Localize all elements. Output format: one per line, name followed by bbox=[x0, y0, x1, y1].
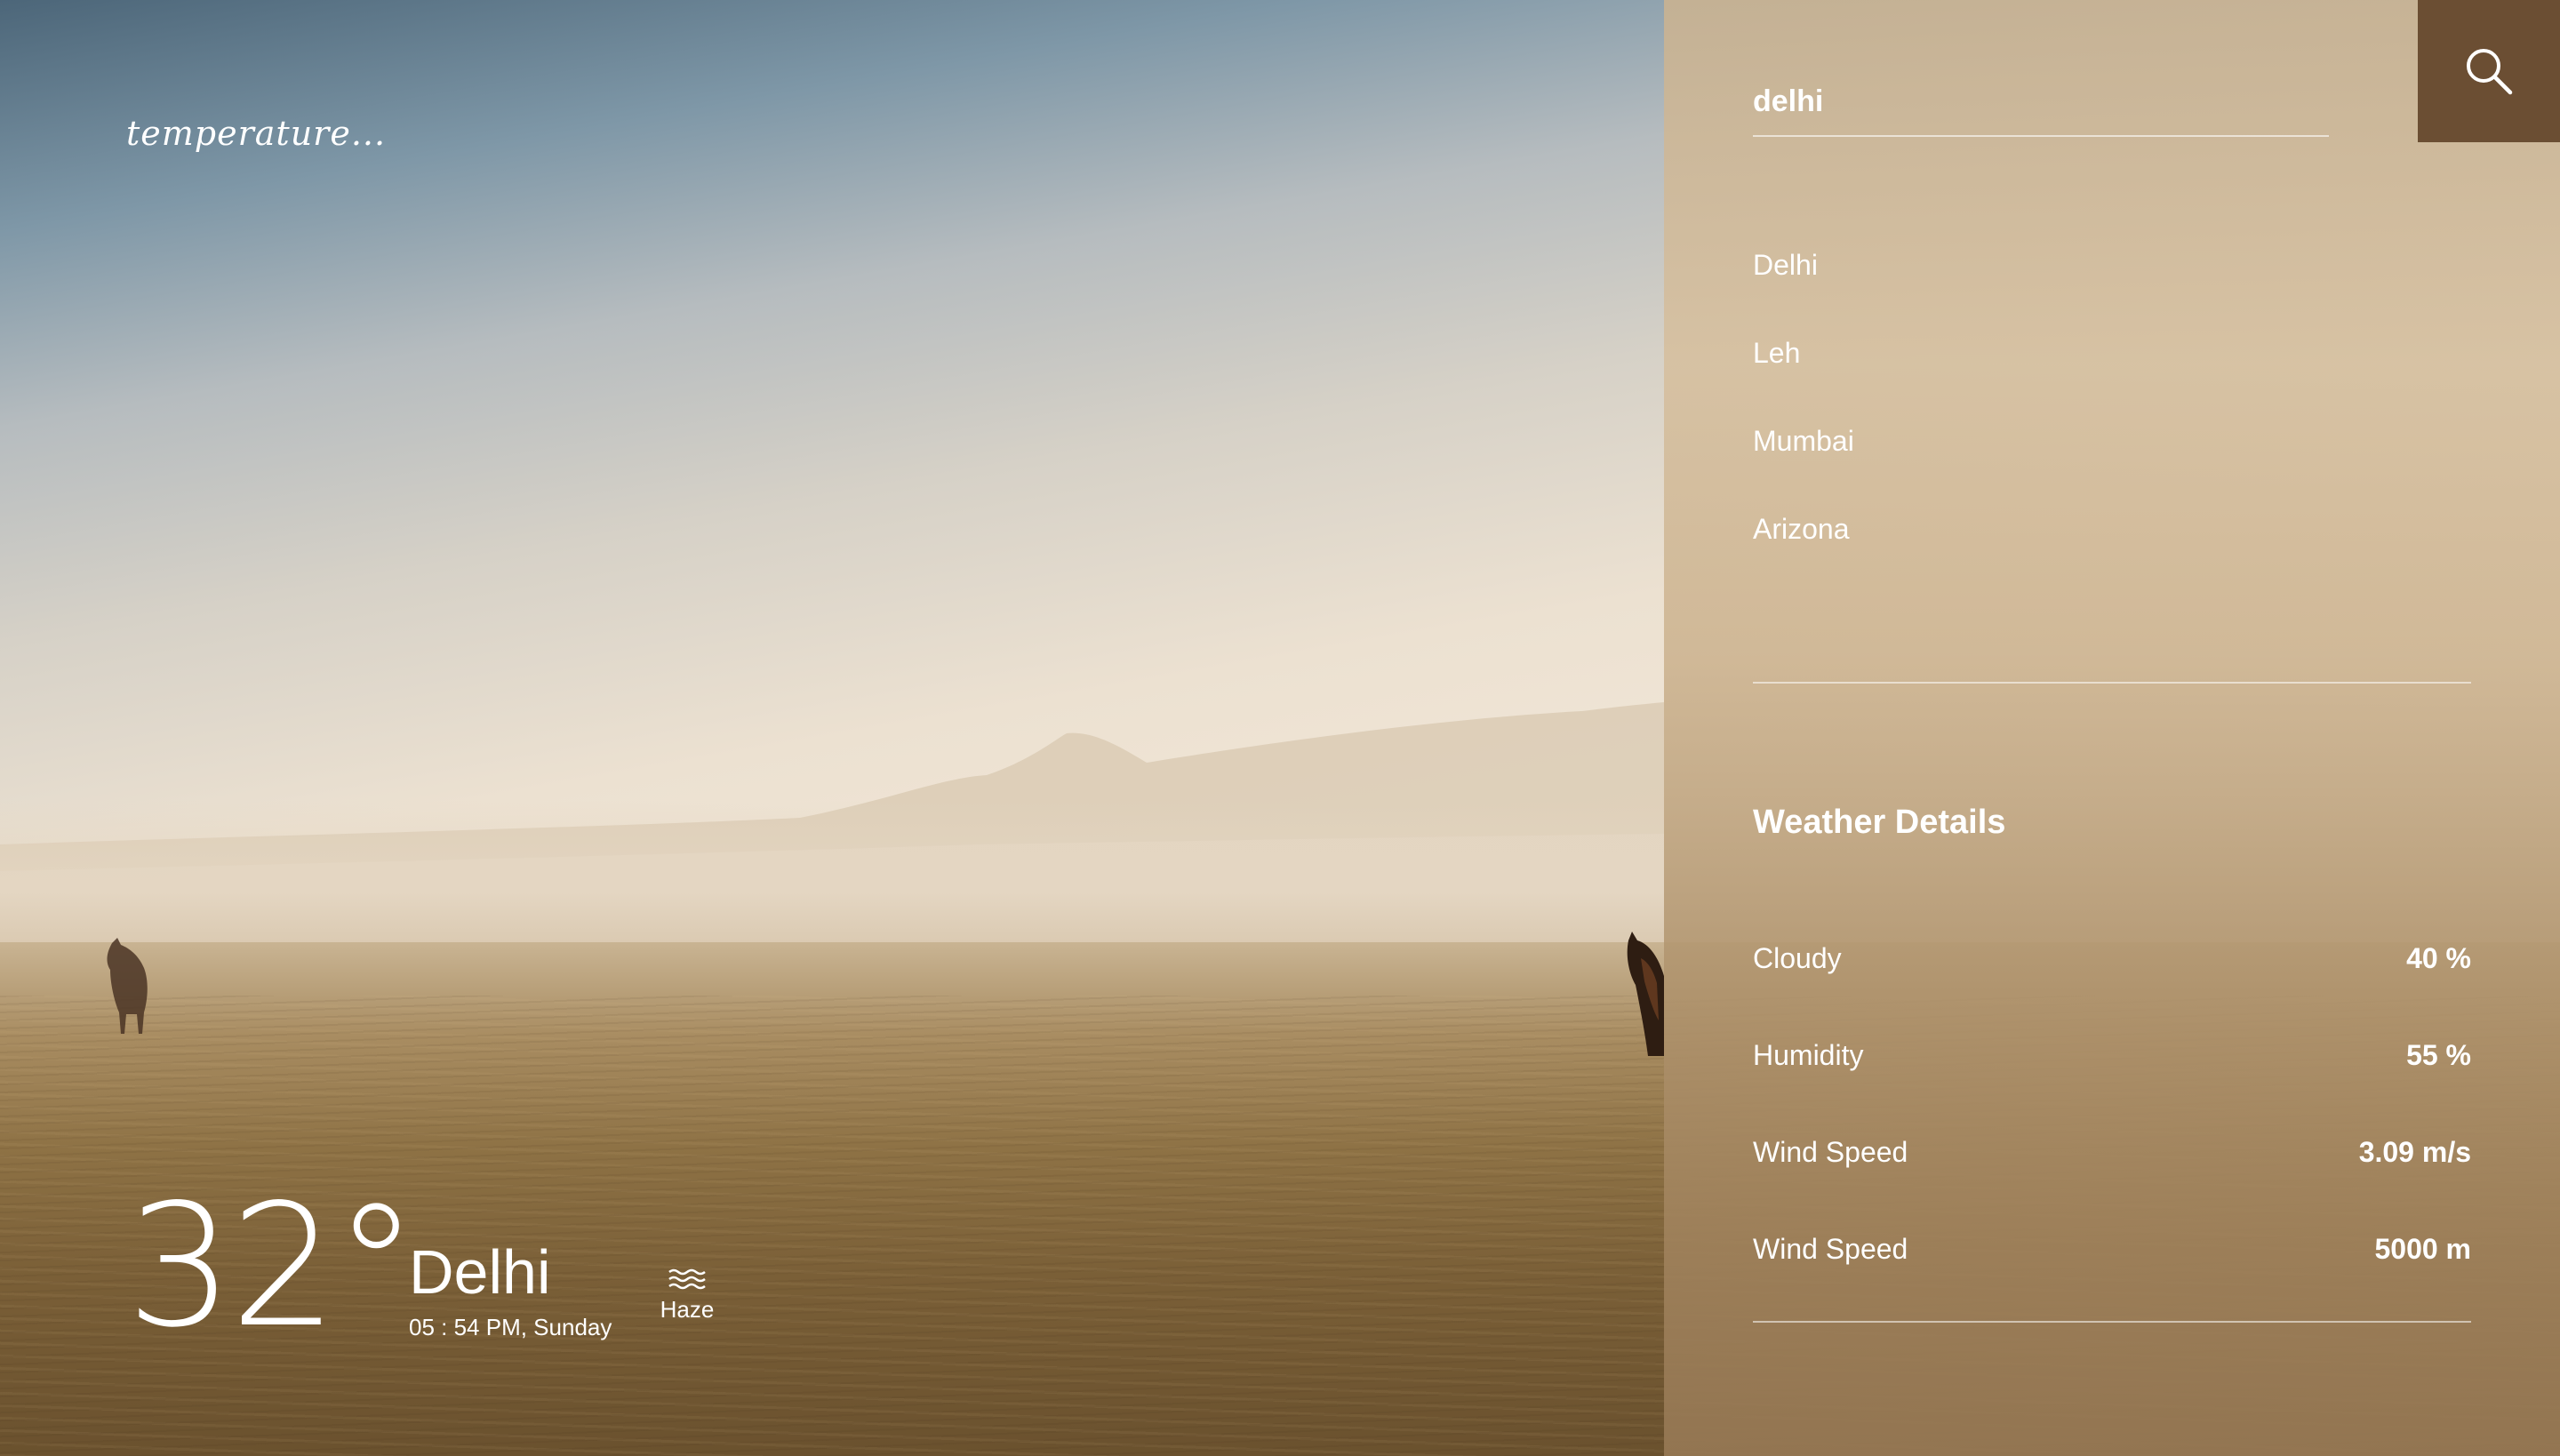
detail-value: 40 % bbox=[2406, 942, 2471, 974]
brand-logo: temperature... bbox=[126, 114, 387, 153]
condition-label: Haze bbox=[660, 1296, 715, 1323]
current-city: Delhi bbox=[409, 1237, 551, 1307]
horse-left bbox=[107, 938, 148, 1034]
side-panel: Delhi Leh Mumbai Arizona Weather Details… bbox=[1664, 0, 2560, 1456]
detail-label: Cloudy bbox=[1753, 942, 1842, 974]
current-datetime: 05 : 54 PM, Sunday bbox=[409, 1314, 612, 1340]
haze-icon bbox=[668, 1268, 706, 1290]
detail-row-cloudy: Cloudy 40 % bbox=[1753, 910, 2471, 1007]
weather-details: Cloudy 40 % Humidity 55 % Wind Speed 3.0… bbox=[1753, 910, 2471, 1298]
search-input[interactable] bbox=[1753, 84, 2329, 119]
detail-label: Humidity bbox=[1753, 1039, 1864, 1071]
detail-value: 3.09 m/s bbox=[2358, 1136, 2471, 1168]
city-item-mumbai[interactable]: Mumbai bbox=[1753, 427, 1854, 515]
city-item-delhi[interactable]: Delhi bbox=[1753, 251, 1854, 339]
city-item-leh[interactable]: Leh bbox=[1753, 339, 1854, 427]
weather-details-title: Weather Details bbox=[1753, 804, 2006, 841]
search-button[interactable] bbox=[2418, 0, 2560, 142]
city-block: Delhi 05 : 54 PM, Sunday bbox=[409, 1241, 612, 1339]
detail-label: Wind Speed bbox=[1753, 1233, 1908, 1265]
detail-value: 5000 m bbox=[2374, 1233, 2471, 1265]
detail-label: Wind Speed bbox=[1753, 1136, 1908, 1168]
detail-row-humidity: Humidity 55 % bbox=[1753, 1007, 2471, 1104]
horse-right bbox=[1627, 932, 1664, 1056]
city-list: Delhi Leh Mumbai Arizona bbox=[1753, 251, 1854, 603]
detail-value: 55 % bbox=[2406, 1039, 2471, 1071]
search-icon bbox=[2467, 49, 2513, 95]
divider bbox=[1753, 1321, 2471, 1323]
weather-app: temperature... 32° Delhi 05 : 54 PM, Sun… bbox=[0, 0, 2560, 1456]
search-field bbox=[1753, 84, 2329, 137]
city-item-arizona[interactable]: Arizona bbox=[1753, 515, 1854, 603]
current-temperature: 32° bbox=[126, 1168, 419, 1364]
divider bbox=[1753, 682, 2471, 684]
detail-row-wind-speed: Wind Speed 3.09 m/s bbox=[1753, 1104, 2471, 1201]
detail-row-visibility: Wind Speed 5000 m bbox=[1753, 1201, 2471, 1298]
condition: Haze bbox=[647, 1268, 727, 1321]
